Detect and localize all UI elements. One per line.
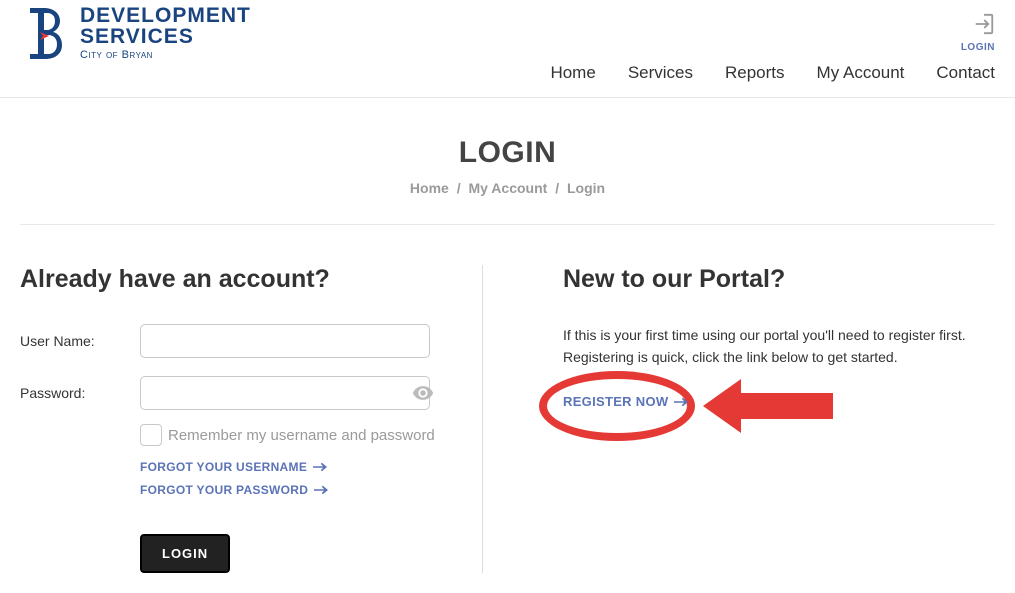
password-label: Password: bbox=[20, 385, 140, 401]
remember-checkbox[interactable] bbox=[140, 424, 162, 446]
register-now-link[interactable]: REGISTER NOW bbox=[563, 394, 688, 409]
nav-my-account[interactable]: My Account bbox=[817, 63, 905, 83]
arrow-right-icon bbox=[313, 461, 327, 475]
nav-home[interactable]: Home bbox=[550, 63, 595, 83]
forgot-username-text: FORGOT YOUR USERNAME bbox=[140, 460, 307, 474]
username-input[interactable] bbox=[140, 324, 430, 358]
logo-b-icon bbox=[20, 6, 70, 61]
breadcrumb-home[interactable]: Home bbox=[410, 180, 449, 196]
breadcrumb-sep: / bbox=[457, 180, 461, 196]
arrow-right-icon bbox=[674, 395, 688, 410]
forgot-password-link[interactable]: FORGOT YOUR PASSWORD bbox=[140, 483, 452, 498]
header-login-link[interactable]: LOGIN bbox=[961, 42, 995, 53]
breadcrumb-login: Login bbox=[567, 180, 605, 196]
register-description: If this is your first time using our por… bbox=[563, 324, 995, 369]
page-title: LOGIN bbox=[0, 136, 1015, 170]
breadcrumb-sep: / bbox=[555, 180, 559, 196]
remember-label[interactable]: Remember my username and password bbox=[168, 427, 435, 444]
forgot-username-link[interactable]: FORGOT YOUR USERNAME bbox=[140, 460, 452, 475]
nav-services[interactable]: Services bbox=[628, 63, 693, 83]
nav-contact[interactable]: Contact bbox=[936, 63, 995, 83]
breadcrumb: Home / My Account / Login bbox=[0, 180, 1015, 196]
nav-reports[interactable]: Reports bbox=[725, 63, 785, 83]
arrow-right-icon bbox=[314, 484, 328, 498]
username-label: User Name: bbox=[20, 333, 140, 349]
register-heading: New to our Portal? bbox=[563, 265, 995, 294]
brand-line2: SERVICES bbox=[80, 26, 251, 47]
login-heading: Already have an account? bbox=[20, 265, 452, 294]
password-input[interactable] bbox=[140, 376, 430, 410]
login-icon[interactable] bbox=[973, 13, 995, 40]
register-now-text: REGISTER NOW bbox=[563, 394, 668, 409]
breadcrumb-my-account[interactable]: My Account bbox=[468, 180, 547, 196]
brand-logo[interactable]: DEVELOPMENT SERVICES City of Bryan bbox=[20, 5, 251, 61]
forgot-password-text: FORGOT YOUR PASSWORD bbox=[140, 483, 308, 497]
login-button[interactable]: LOGIN bbox=[140, 534, 230, 573]
annotation-arrow-icon bbox=[703, 379, 833, 438]
brand-line3: City of Bryan bbox=[80, 49, 251, 61]
brand-line1: DEVELOPMENT bbox=[80, 5, 251, 26]
primary-nav: Home Services Reports My Account Contact bbox=[550, 63, 995, 97]
